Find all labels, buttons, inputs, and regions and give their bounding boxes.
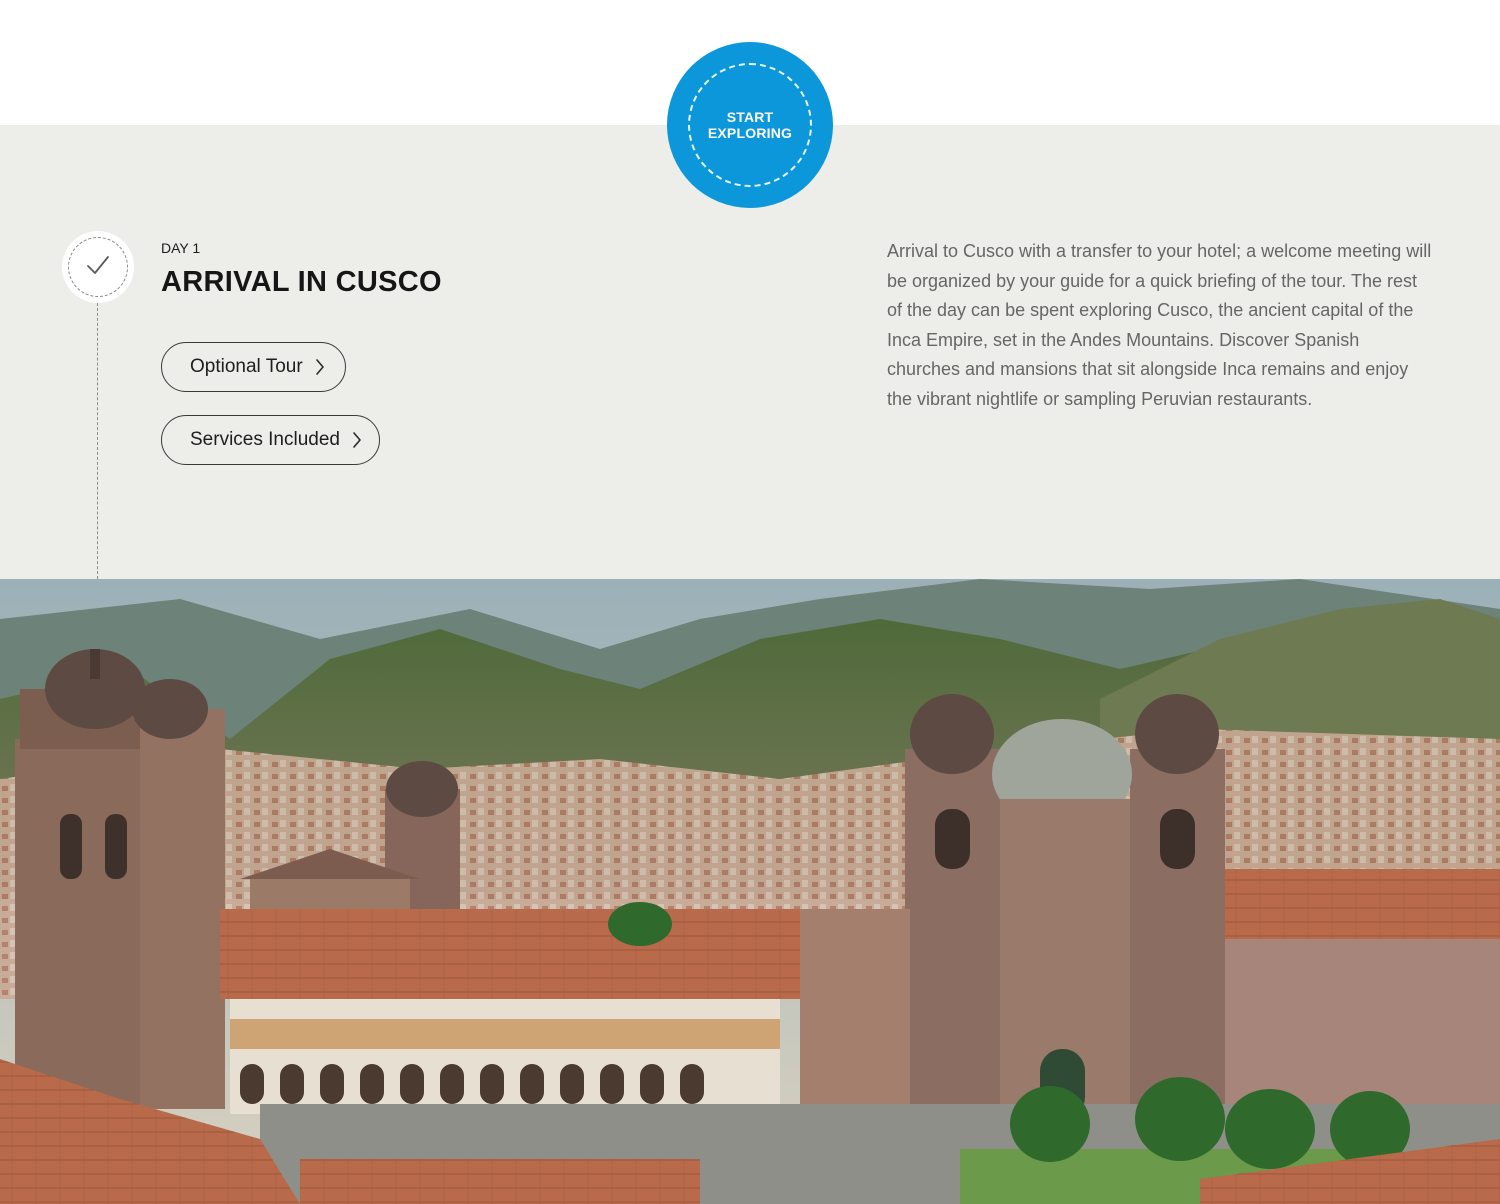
cusco-photo <box>0 579 1500 1204</box>
day-title: ARRIVAL IN CUSCO <box>161 266 442 298</box>
timeline-line <box>97 303 98 579</box>
services-included-button[interactable]: Services Included <box>161 415 380 465</box>
check-icon <box>85 254 111 281</box>
services-included-label: Services Included <box>190 429 340 450</box>
optional-tour-label: Optional Tour <box>190 356 303 377</box>
start-label-line1: START <box>726 109 774 125</box>
chevron-right-icon <box>352 431 362 449</box>
optional-tour-button[interactable]: Optional Tour <box>161 342 346 392</box>
day-marker-ring <box>68 237 128 297</box>
day-label: DAY 1 <box>161 240 201 256</box>
chevron-right-icon <box>315 358 325 376</box>
day-description: Arrival to Cusco with a transfer to your… <box>887 241 1432 409</box>
left-cathedral <box>15 649 225 1109</box>
right-church <box>905 694 1225 1119</box>
start-exploring-label: START EXPLORING <box>700 109 800 141</box>
start-label-line2: EXPLORING <box>707 125 793 141</box>
start-exploring-button[interactable]: START EXPLORING <box>667 42 833 208</box>
day-marker <box>62 231 134 303</box>
